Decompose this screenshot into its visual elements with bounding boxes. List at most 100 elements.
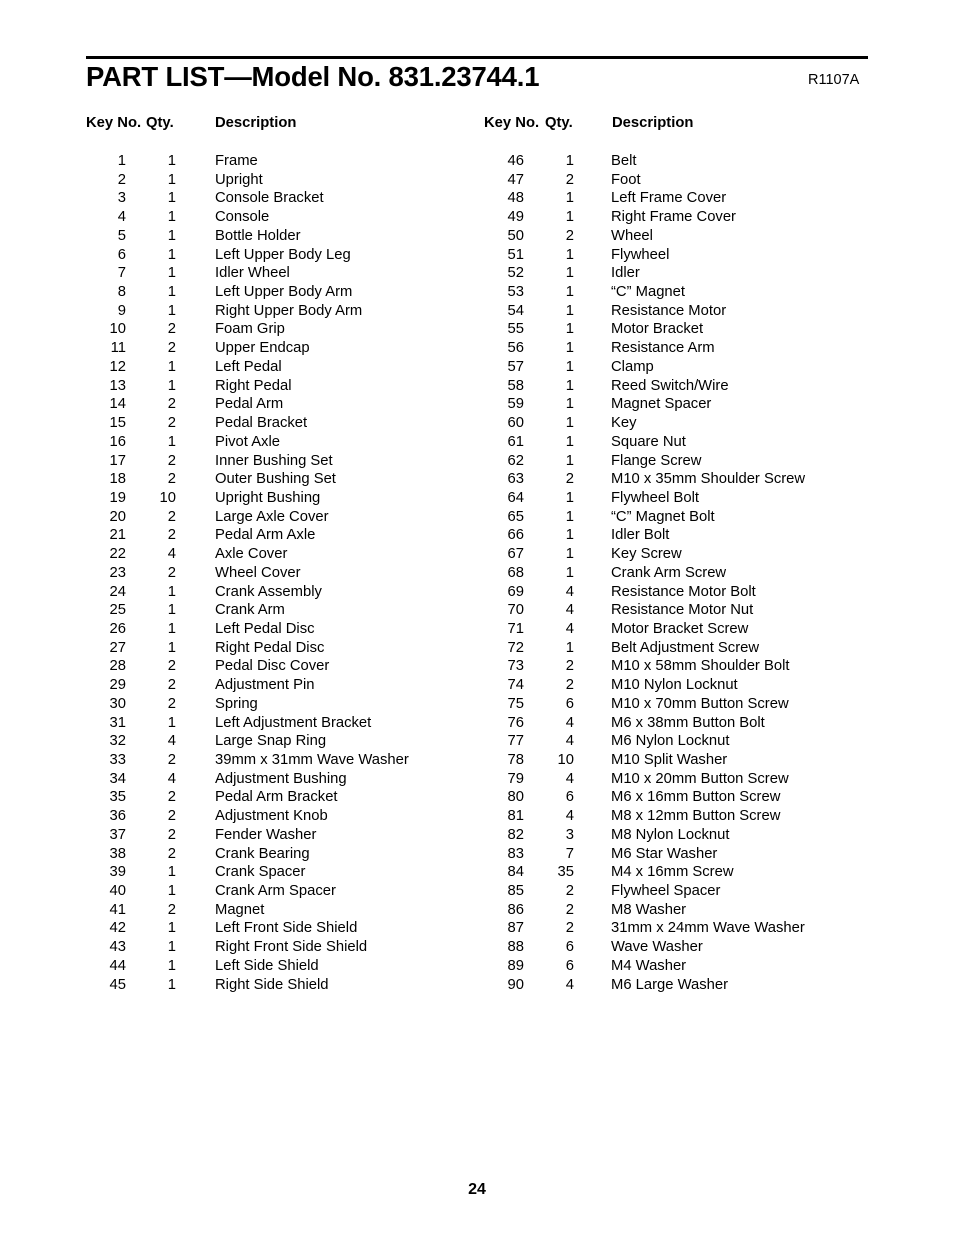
part-key-number: 66 xyxy=(507,527,524,544)
part-quantity: 4 xyxy=(565,602,574,619)
part-key-number: 90 xyxy=(507,976,524,993)
part-key-number: 52 xyxy=(507,265,524,282)
part-key-number: 40 xyxy=(109,883,126,900)
part-quantity: 1 xyxy=(565,377,574,394)
part-key-number: 84 xyxy=(507,864,524,881)
right-column-header-key-no: Key No. xyxy=(484,115,540,131)
part-quantity: 1 xyxy=(565,489,574,506)
part-quantity: 2 xyxy=(167,564,176,581)
part-description: M8 x 12mm Button Screw xyxy=(611,808,781,825)
part-description: Pedal Disc Cover xyxy=(215,658,330,675)
part-description: Left Pedal Disc xyxy=(215,620,315,637)
part-quantity: 1 xyxy=(565,209,574,226)
part-description: Foam Grip xyxy=(215,321,285,338)
part-key-number: 55 xyxy=(507,321,524,338)
part-description: Clamp xyxy=(611,358,654,375)
part-quantity: 4 xyxy=(565,583,574,600)
part-description: M6 Star Washer xyxy=(611,845,718,862)
part-key-number: 39 xyxy=(109,864,126,881)
part-quantity: 2 xyxy=(167,452,176,469)
part-key-number: 12 xyxy=(109,358,126,375)
part-key-number: 69 xyxy=(507,583,524,600)
part-key-number: 11 xyxy=(110,340,126,357)
part-description: Pedal Arm Bracket xyxy=(215,789,338,806)
part-quantity: 1 xyxy=(167,209,176,226)
part-quantity: 2 xyxy=(167,808,176,825)
part-key-number: 6 xyxy=(117,246,126,263)
part-quantity: 2 xyxy=(565,883,574,900)
part-description: Adjustment Pin xyxy=(215,677,315,694)
part-quantity: 2 xyxy=(565,901,574,918)
part-description: M6 x 38mm Button Bolt xyxy=(611,714,765,731)
part-description: Left Frame Cover xyxy=(611,190,727,207)
part-description: Pivot Axle xyxy=(215,433,280,450)
part-description: Crank Arm Screw xyxy=(611,564,727,581)
part-description: Left Upper Body Arm xyxy=(215,284,353,301)
part-quantity: 1 xyxy=(565,321,574,338)
part-quantity: 1 xyxy=(565,415,574,432)
part-key-number: 21 xyxy=(109,527,126,544)
part-quantity: 1 xyxy=(167,714,176,731)
part-key-number: 20 xyxy=(109,508,126,525)
part-key-number: 89 xyxy=(507,957,524,974)
part-quantity: 1 xyxy=(565,340,574,357)
part-quantity: 4 xyxy=(167,733,176,750)
part-key-number: 74 xyxy=(507,677,524,694)
part-description: Console xyxy=(215,209,270,226)
part-quantity: 1 xyxy=(565,302,574,319)
part-quantity: 2 xyxy=(167,826,176,843)
part-description: Right Side Shield xyxy=(215,976,329,993)
part-description: Frame xyxy=(215,153,258,169)
part-quantity: 4 xyxy=(565,714,574,731)
part-key-number: 57 xyxy=(507,358,524,375)
part-key-number: 38 xyxy=(109,845,126,862)
part-description: Console Bracket xyxy=(215,190,324,207)
part-description: Crank Bearing xyxy=(215,845,310,862)
part-quantity: 6 xyxy=(565,939,574,956)
part-description: M6 x 16mm Button Screw xyxy=(611,789,781,806)
part-key-number: 59 xyxy=(507,396,524,413)
part-description: Crank Spacer xyxy=(215,864,306,881)
part-description: Wheel Cover xyxy=(215,564,301,581)
part-key-number: 2 xyxy=(117,171,126,188)
left-column-header-qty: Qty. xyxy=(146,115,174,131)
part-description: Crank Arm Spacer xyxy=(215,883,336,900)
part-quantity: 1 xyxy=(167,602,176,619)
part-quantity: 1 xyxy=(167,957,176,974)
part-quantity: 1 xyxy=(167,583,176,600)
part-description: Resistance Motor xyxy=(611,302,727,319)
part-description: Idler xyxy=(611,265,640,282)
part-key-number: 72 xyxy=(507,639,524,656)
part-list-page: PART LIST—Model No. 831.23744.1 R1107A K… xyxy=(0,0,954,1235)
part-key-number: 17 xyxy=(109,452,126,469)
part-quantity: 1 xyxy=(167,377,176,394)
part-quantity: 1 xyxy=(565,564,574,581)
part-quantity: 2 xyxy=(565,227,574,244)
part-quantity: 1 xyxy=(167,883,176,900)
part-key-number: 19 xyxy=(109,489,126,506)
part-quantity: 4 xyxy=(565,976,574,993)
part-description: Outer Bushing Set xyxy=(215,471,336,488)
part-quantity: 4 xyxy=(565,733,574,750)
part-key-number: 18 xyxy=(109,471,126,488)
part-key-number: 50 xyxy=(507,227,524,244)
part-description: M10 x 20mm Button Screw xyxy=(611,770,789,787)
part-key-number: 28 xyxy=(109,658,126,675)
part-quantity: 4 xyxy=(565,770,574,787)
part-description: Left Side Shield xyxy=(215,957,319,974)
part-quantity: 1 xyxy=(167,939,176,956)
part-key-number: 5 xyxy=(117,227,126,244)
part-key-number: 43 xyxy=(109,939,126,956)
part-quantity: 2 xyxy=(167,845,176,862)
part-description: Right Upper Body Arm xyxy=(215,302,363,319)
part-key-number: 83 xyxy=(507,845,524,862)
left-column-header-key-no: Key No. xyxy=(86,115,142,131)
part-quantity: 1 xyxy=(565,452,574,469)
part-key-number: 75 xyxy=(507,695,524,712)
part-key-number: 58 xyxy=(507,377,524,394)
part-quantity: 2 xyxy=(565,658,574,675)
part-quantity: 1 xyxy=(565,508,574,525)
part-key-number: 7 xyxy=(117,265,126,282)
part-key-number: 26 xyxy=(109,620,126,637)
part-quantity: 4 xyxy=(565,620,574,637)
